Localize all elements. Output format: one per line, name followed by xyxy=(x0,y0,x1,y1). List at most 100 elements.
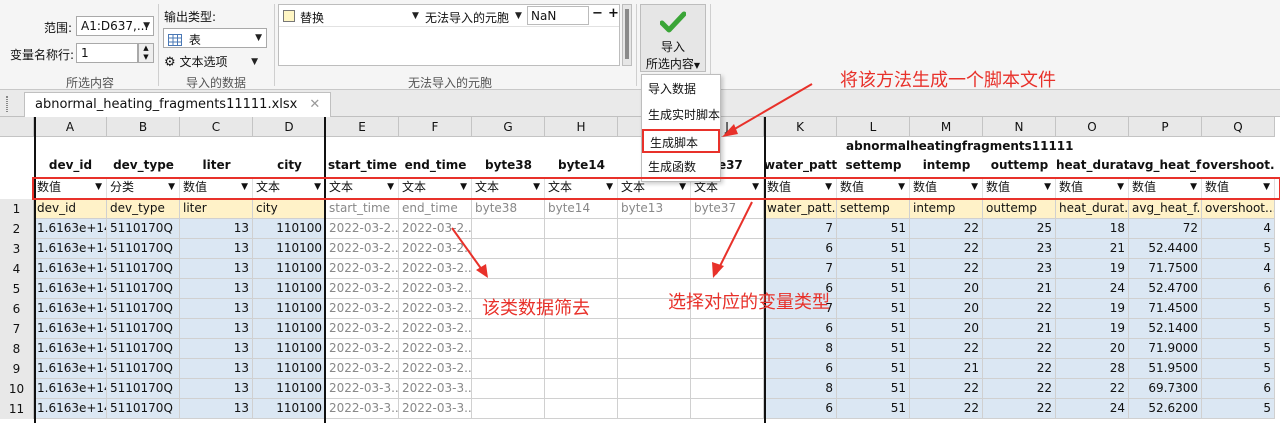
table-cell[interactable] xyxy=(472,259,545,279)
table-cell[interactable]: 8 xyxy=(764,339,837,359)
table-cell[interactable]: 2022-03-2... xyxy=(399,259,472,279)
table-cell[interactable]: 2022-03-2... xyxy=(399,219,472,239)
column-header-g[interactable]: G xyxy=(472,117,545,137)
table-cell[interactable]: 5110170Q xyxy=(107,239,180,259)
table-cell[interactable]: 2022-03-2... xyxy=(399,319,472,339)
table-cell[interactable]: 1.6163e+14 xyxy=(34,359,107,379)
table-cell[interactable]: 2022-03-2... xyxy=(399,339,472,359)
table-cell[interactable]: 51 xyxy=(837,319,910,339)
tab-abnormal-heating-file[interactable]: abnormal_heating_fragments11111.xlsx ✕ xyxy=(24,92,332,117)
variable-type-dropdown[interactable]: 数值 ▼ xyxy=(1202,177,1275,198)
variable-type-dropdown[interactable]: 文本 ▼ xyxy=(399,177,472,198)
table-cell[interactable]: 2022-03-2... xyxy=(399,359,472,379)
scrollbar-thumb[interactable] xyxy=(625,9,629,59)
table-cell[interactable]: 2022-03-3... xyxy=(399,399,472,419)
row-header[interactable]: 3 xyxy=(0,239,34,259)
output-type-dropdown[interactable]: 表 ▼ xyxy=(163,28,267,48)
table-cell[interactable] xyxy=(472,359,545,379)
variable-name-14[interactable]: heat_durat... xyxy=(1056,155,1129,175)
table-cell[interactable]: 51.9500 xyxy=(1129,359,1202,379)
row-header[interactable]: 9 xyxy=(0,359,34,379)
table-cell[interactable] xyxy=(691,319,764,339)
header-cell[interactable]: avg_heat_f... xyxy=(1129,199,1202,219)
table-cell[interactable]: 5 xyxy=(1202,239,1275,259)
table-cell[interactable] xyxy=(472,219,545,239)
header-cell[interactable]: dev_id xyxy=(34,199,107,219)
chevron-down-icon[interactable]: ▼ xyxy=(412,11,419,21)
table-cell[interactable]: 6 xyxy=(764,319,837,339)
table-cell[interactable]: 110100 xyxy=(253,239,326,259)
table-cell[interactable]: 51 xyxy=(837,359,910,379)
column-header-o[interactable]: O xyxy=(1056,117,1129,137)
table-cell[interactable]: 22 xyxy=(910,379,983,399)
table-cell[interactable]: 19 xyxy=(1056,319,1129,339)
variable-type-dropdown[interactable]: 数值 ▼ xyxy=(764,177,837,198)
table-cell[interactable]: 5110170Q xyxy=(107,339,180,359)
spin-up-icon[interactable]: ▲ xyxy=(139,44,153,53)
table-cell[interactable]: 110100 xyxy=(253,219,326,239)
table-cell[interactable]: 22 xyxy=(1056,379,1129,399)
table-cell[interactable]: 110100 xyxy=(253,279,326,299)
table-cell[interactable]: 8 xyxy=(764,379,837,399)
table-cell[interactable]: 6 xyxy=(764,359,837,379)
variable-name-7[interactable]: byte14 xyxy=(545,155,618,175)
table-cell[interactable]: 23 xyxy=(983,239,1056,259)
table-cell[interactable]: 1.6163e+14 xyxy=(34,299,107,319)
table-cell[interactable]: 22 xyxy=(910,219,983,239)
column-header-l[interactable]: L xyxy=(837,117,910,137)
variable-type-dropdown[interactable]: 文本 ▼ xyxy=(326,177,399,198)
table-cell[interactable]: 13 xyxy=(180,279,253,299)
variable-type-dropdown[interactable]: 分类 ▼ xyxy=(107,177,180,198)
table-cell[interactable]: 52.4400 xyxy=(1129,239,1202,259)
table-cell[interactable]: 5 xyxy=(1202,399,1275,419)
variable-type-dropdown[interactable]: 数值 ▼ xyxy=(910,177,983,198)
table-cell[interactable]: 2022-03-2... xyxy=(326,359,399,379)
table-cell[interactable]: 51 xyxy=(837,239,910,259)
table-cell[interactable]: 110100 xyxy=(253,359,326,379)
row-header[interactable]: 1 xyxy=(0,199,34,219)
range-field[interactable]: A1:D637,... ▼ xyxy=(76,16,154,36)
table-cell[interactable]: 5 xyxy=(1202,359,1275,379)
table-cell[interactable] xyxy=(472,319,545,339)
rule-value-field[interactable]: NaN xyxy=(527,6,589,25)
table-cell[interactable] xyxy=(472,379,545,399)
table-cell[interactable]: 25 xyxy=(983,219,1056,239)
table-cell[interactable]: 20 xyxy=(910,319,983,339)
header-cell[interactable]: city xyxy=(253,199,326,219)
menu-item-generate-live-script[interactable]: 生成实时脚本 xyxy=(642,103,720,127)
column-header-d[interactable]: D xyxy=(253,117,326,137)
table-cell[interactable] xyxy=(691,219,764,239)
table-cell[interactable]: 5110170Q xyxy=(107,399,180,419)
table-cell[interactable]: 110100 xyxy=(253,379,326,399)
table-cell[interactable]: 20 xyxy=(910,299,983,319)
variable-name-2[interactable]: liter xyxy=(180,155,253,175)
row-header[interactable]: 7 xyxy=(0,319,34,339)
header-cell[interactable]: dev_type xyxy=(107,199,180,219)
variable-name-11[interactable]: settemp xyxy=(837,155,910,175)
table-cell[interactable]: 2022-03-2... xyxy=(326,319,399,339)
table-cell[interactable] xyxy=(618,379,691,399)
rules-scrollbar[interactable] xyxy=(622,4,632,66)
table-cell[interactable]: 2022-03-2... xyxy=(326,299,399,319)
remove-rule-button[interactable]: − xyxy=(592,6,603,21)
header-cell[interactable]: heat_durat... xyxy=(1056,199,1129,219)
table-cell[interactable]: 1.6163e+14 xyxy=(34,219,107,239)
spin-down-icon[interactable]: ▼ xyxy=(139,53,153,62)
tab-grip[interactable] xyxy=(6,96,8,112)
table-cell[interactable]: 5110170Q xyxy=(107,299,180,319)
table-cell[interactable]: 19 xyxy=(1056,299,1129,319)
row-header[interactable]: 11 xyxy=(0,399,34,419)
table-cell[interactable]: 7 xyxy=(764,219,837,239)
header-cell[interactable]: byte38 xyxy=(472,199,545,219)
table-cell[interactable]: 71.4500 xyxy=(1129,299,1202,319)
variable-name-0[interactable]: dev_id xyxy=(34,155,107,175)
varnames-row-spinner[interactable]: ▲ ▼ xyxy=(138,43,154,63)
variable-name-4[interactable]: start_time xyxy=(326,155,399,175)
table-cell[interactable]: 28 xyxy=(1056,359,1129,379)
row-header[interactable]: 5 xyxy=(0,279,34,299)
row-header[interactable]: 10 xyxy=(0,379,34,399)
table-cell[interactable]: 13 xyxy=(180,339,253,359)
column-header-f[interactable]: F xyxy=(399,117,472,137)
table-cell[interactable]: 51 xyxy=(837,339,910,359)
table-cell[interactable]: 51 xyxy=(837,219,910,239)
